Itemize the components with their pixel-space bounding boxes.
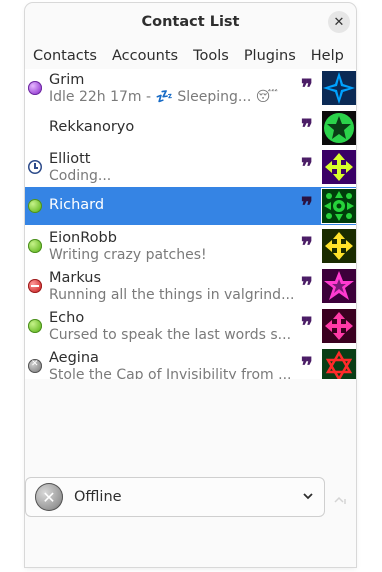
contact-row-elliott[interactable]: Elliott Coding... ❞ <box>25 148 356 186</box>
blue-star-icon <box>322 71 356 105</box>
contact-status-message: Writing crazy patches! <box>49 247 207 263</box>
contact-status-message: Idle 22h 17m - 💤 Sleeping... 😴 <box>49 89 279 105</box>
contact-status-message: Cursed to speak the last words s... <box>49 327 292 343</box>
quote-icon: ❞ <box>301 193 313 219</box>
contact-avatar <box>322 229 356 263</box>
quote-icon: ❞ <box>301 313 313 339</box>
away-status-icon <box>28 81 42 95</box>
contact-row-echo[interactable]: Echo Cursed to speak the last words s...… <box>25 307 356 345</box>
available-status-icon <box>28 199 42 213</box>
quote-icon: ❞ <box>301 154 313 180</box>
contact-name: Aegina <box>49 350 99 366</box>
contact-avatar <box>322 150 356 184</box>
contact-name: Richard <box>49 197 105 213</box>
contact-status-message: Running all the things in valgrind... <box>49 287 294 303</box>
yellow-arrows-icon <box>322 150 356 184</box>
chevron-down-icon <box>303 493 313 500</box>
contact-name: Elliott <box>49 151 91 167</box>
menu-bar: Contacts Accounts Tools Plugins Help <box>25 43 356 70</box>
menu-contacts[interactable]: Contacts <box>25 48 104 64</box>
contact-list-window: Contact List ✕ Contacts Accounts Tools P… <box>25 3 356 567</box>
pink-arrows-icon <box>322 309 356 343</box>
available-status-icon <box>28 239 42 253</box>
contact-avatar <box>322 269 356 303</box>
busy-status-icon <box>28 279 42 293</box>
green-star-icon <box>322 111 356 145</box>
contact-name: Markus <box>49 270 102 286</box>
available-status-icon <box>28 319 42 333</box>
menu-help[interactable]: Help <box>303 48 351 64</box>
offline-icon: ✕ <box>35 483 63 511</box>
contact-row-grim[interactable]: Grim Idle 22h 17m - 💤 Sleeping... 😴 ❞ <box>25 69 356 107</box>
contact-row-richard[interactable]: Richard ❞ <box>25 187 356 225</box>
quote-icon: ❞ <box>301 233 313 259</box>
contact-name: EionRobb <box>49 230 117 246</box>
window-title: Contact List <box>141 14 240 30</box>
yellow-arrows-icon <box>322 229 356 263</box>
pink-star-icon <box>322 269 356 303</box>
status-label: Offline <box>74 489 122 505</box>
contact-avatar <box>322 111 356 145</box>
close-icon: ✕ <box>333 14 345 30</box>
contact-avatar <box>322 349 356 383</box>
quote-icon: ❞ <box>301 115 313 141</box>
quote-icon: ❞ <box>301 75 313 101</box>
contact-list: Grim Idle 22h 17m - 💤 Sleeping... 😴 ❞ Re… <box>25 69 356 383</box>
offline-status-icon <box>28 359 42 373</box>
star-of-david-icon <box>322 349 356 383</box>
quote-icon: ❞ <box>301 353 313 379</box>
green-pattern-icon <box>322 189 356 223</box>
empty-list-area <box>25 379 356 477</box>
contact-row-rekkanoryo[interactable]: Rekkanoryo ❞ <box>25 109 356 147</box>
contact-name: Rekkanoryo <box>49 119 135 135</box>
contact-avatar <box>322 309 356 343</box>
contact-name: Grim <box>49 72 85 88</box>
bottom-area <box>25 519 356 567</box>
contact-name: Echo <box>49 310 85 326</box>
quote-icon: ❞ <box>301 273 313 299</box>
contact-avatar <box>322 189 356 223</box>
close-button[interactable]: ✕ <box>328 11 350 33</box>
status-selector[interactable]: ✕ Offline <box>25 477 325 517</box>
contact-row-markus[interactable]: Markus Running all the things in valgrin… <box>25 267 356 305</box>
contact-status-message: Coding... <box>49 168 112 184</box>
idle-status-icon <box>28 160 42 174</box>
resize-grip-icon[interactable] <box>331 491 349 509</box>
title-bar: Contact List ✕ <box>25 3 356 41</box>
menu-tools[interactable]: Tools <box>185 48 236 64</box>
contact-avatar <box>322 71 356 105</box>
menu-accounts[interactable]: Accounts <box>104 48 185 64</box>
menu-plugins[interactable]: Plugins <box>236 48 303 64</box>
contact-row-eionrobb[interactable]: EionRobb Writing crazy patches! ❞ <box>25 227 356 265</box>
